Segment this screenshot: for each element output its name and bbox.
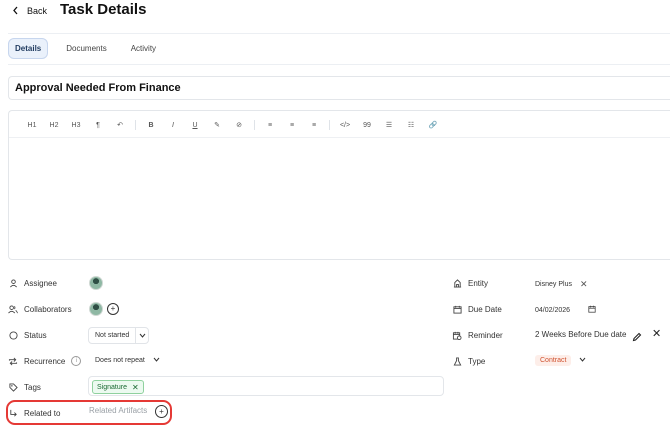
- paragraph-button[interactable]: ¶: [87, 122, 109, 129]
- building-icon: [452, 278, 462, 288]
- assignee-label: Assignee: [24, 278, 57, 288]
- chevron-down-icon: [135, 328, 148, 343]
- add-collaborator-icon[interactable]: +: [107, 303, 119, 315]
- recurrence-label: Recurrence: [24, 356, 66, 366]
- tab-details[interactable]: Details: [8, 38, 49, 59]
- bold-button[interactable]: B: [140, 122, 162, 129]
- due-date-value: 04/02/2026: [535, 306, 571, 314]
- page-title: Task Details: [60, 1, 147, 18]
- assignee-label-row: Assignee: [8, 278, 57, 288]
- link-button[interactable]: 🔗: [422, 121, 444, 129]
- chevron-down-icon: [579, 357, 586, 364]
- tag-chip-label: Signature: [97, 383, 127, 391]
- collaborator-avatar[interactable]: [89, 302, 103, 316]
- flask-icon: [452, 356, 462, 366]
- tags-label-row: Tags: [8, 382, 41, 392]
- people-icon: [8, 304, 18, 314]
- info-icon: i: [71, 356, 82, 366]
- repeat-icon: [8, 356, 18, 366]
- undo-button[interactable]: ↶: [109, 121, 131, 129]
- status-label-row: Status: [8, 330, 47, 340]
- due-label: Due Date: [468, 304, 502, 314]
- align-center-button[interactable]: ≡: [281, 122, 303, 129]
- status-label: Status: [24, 330, 47, 340]
- toolbar-separator: [135, 120, 136, 130]
- recurrence-label-row: Recurrence i: [8, 356, 82, 366]
- assignee-avatar[interactable]: [89, 276, 103, 290]
- reminder-label: Reminder: [468, 330, 503, 340]
- bullet-list-button[interactable]: ☰: [378, 121, 400, 129]
- clear-entity-icon[interactable]: ✕: [580, 279, 588, 290]
- calendar-clock-icon: [452, 330, 462, 340]
- entity-label: Entity: [468, 278, 489, 288]
- tab-activity[interactable]: Activity: [125, 39, 162, 58]
- chevron-down-icon: [153, 357, 160, 364]
- clear-format-button[interactable]: ⊘: [228, 121, 250, 129]
- italic-button[interactable]: I: [162, 122, 184, 129]
- type-badge: Contract: [535, 355, 572, 366]
- entity-field[interactable]: Disney Plus ✕: [535, 279, 588, 290]
- back-button[interactable]: Back: [12, 4, 47, 18]
- reminder-label-row: Reminder: [452, 330, 503, 340]
- numbered-list-button[interactable]: ☷: [400, 121, 422, 129]
- remove-tag-icon[interactable]: ✕: [132, 383, 139, 392]
- status-select[interactable]: Not started: [88, 327, 150, 344]
- entity-label-row: Entity: [452, 278, 488, 288]
- align-left-button[interactable]: ≡: [259, 122, 281, 129]
- edit-reminder-icon[interactable]: [632, 329, 642, 347]
- heading1-button[interactable]: H1: [21, 122, 43, 129]
- description-editor[interactable]: H1 H2 H3 ¶ ↶ B I U ✎ ⊘ ≡ ≡ ≡ </> 99 ☰ ☷ …: [8, 110, 670, 260]
- collaborators-label-row: Collaborators: [8, 304, 72, 314]
- due-date-field[interactable]: 04/02/2026: [535, 305, 596, 315]
- toolbar-separator: [254, 120, 255, 130]
- highlight-button[interactable]: ✎: [206, 121, 228, 129]
- toolbar-separator: [329, 120, 330, 130]
- tab-bar: Details Documents Activity: [8, 38, 162, 59]
- recurrence-select[interactable]: Does not repeat: [95, 357, 160, 364]
- collaborators-label: Collaborators: [24, 304, 72, 314]
- remove-reminder-icon[interactable]: ✕: [652, 327, 661, 340]
- underline-button[interactable]: U: [184, 122, 206, 129]
- highlight-annotation: [6, 400, 172, 425]
- align-right-button[interactable]: ≡: [303, 122, 325, 129]
- task-name-input[interactable]: Approval Needed From Finance: [8, 76, 670, 100]
- person-icon: [8, 278, 18, 288]
- status-value: Not started: [95, 332, 130, 339]
- heading3-button[interactable]: H3: [65, 122, 87, 129]
- heading2-button[interactable]: H2: [43, 122, 65, 129]
- reminder-value: 2 Weeks Before Due date: [535, 330, 627, 339]
- type-select[interactable]: Contract: [535, 355, 586, 366]
- code-button[interactable]: </>: [334, 122, 356, 129]
- circle-icon: [8, 330, 18, 340]
- due-label-row: Due Date: [452, 304, 502, 314]
- chevron-left-icon: [12, 6, 19, 17]
- tags-label: Tags: [24, 382, 41, 392]
- tab-documents[interactable]: Documents: [60, 39, 112, 58]
- tags-input[interactable]: Signature ✕: [88, 376, 444, 396]
- back-label: Back: [27, 6, 48, 16]
- calendar-picker-icon[interactable]: [588, 305, 596, 315]
- type-label-row: Type: [452, 356, 485, 366]
- entity-value: Disney Plus: [535, 281, 572, 288]
- tag-chip: Signature ✕: [92, 380, 144, 394]
- toolbar-divider: [9, 137, 670, 138]
- tag-icon: [8, 382, 18, 392]
- recurrence-value: Does not repeat: [95, 357, 145, 364]
- quote-button[interactable]: 99: [356, 122, 378, 129]
- divider: [8, 64, 670, 65]
- calendar-icon: [452, 304, 462, 314]
- editor-toolbar: H1 H2 H3 ¶ ↶ B I U ✎ ⊘ ≡ ≡ ≡ </> 99 ☰ ☷ …: [21, 119, 444, 131]
- type-label: Type: [468, 356, 486, 366]
- divider: [8, 33, 670, 34]
